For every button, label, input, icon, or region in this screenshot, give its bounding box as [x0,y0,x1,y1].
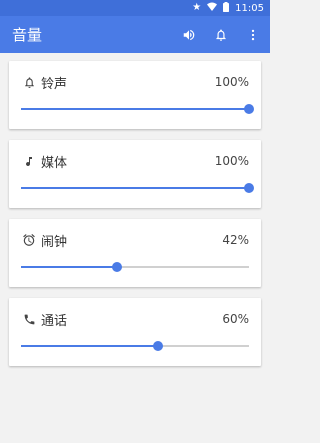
volume-list: 铃声 100% 媒体 100% 闹钟 42% 通话 60% [0,53,270,366]
slider-fill [21,266,117,268]
speaker-button[interactable] [180,26,198,44]
slider-thumb[interactable] [244,183,254,193]
alarm-slider[interactable] [21,257,249,277]
speaker-icon [183,29,195,40]
app-bar: 音量 [0,16,270,53]
volume-label: 通话 [41,313,68,329]
slider-fill [21,187,249,189]
volume-card-alarm: 闹钟 42% [9,219,261,287]
bell-icon [21,74,37,90]
call-slider[interactable] [21,336,249,356]
volume-percent: 42% [222,233,249,247]
volume-percent: 100% [214,154,249,168]
bell-icon [216,28,226,41]
alarm-clock-icon [21,232,37,248]
notification-button[interactable] [212,26,230,44]
volume-card-call: 通话 60% [9,298,261,366]
media-slider[interactable] [21,178,254,198]
more-vert-icon [251,29,255,40]
slider-thumb[interactable] [244,104,254,114]
slider-fill [21,345,158,347]
volume-card-media: 媒体 100% [9,140,261,208]
phone-icon [21,311,37,327]
more-options-button[interactable] [244,26,262,44]
star-icon: ★ [192,2,202,13]
volume-label: 铃声 [41,76,68,92]
volume-percent: 100% [214,75,249,89]
music-note-icon [21,153,37,169]
battery-icon [223,1,230,15]
slider-thumb[interactable] [111,262,122,272]
volume-label: 闹钟 [41,234,68,250]
status-bar: ★ 11:05 [0,0,270,16]
slider-fill [21,108,249,110]
volume-label: 媒体 [41,155,68,171]
ringtone-slider[interactable] [21,99,254,119]
status-time: 11:05 [235,2,264,14]
slider-thumb[interactable] [152,341,163,351]
page-title: 音量 [12,26,43,44]
wifi-icon [207,2,218,14]
volume-percent: 60% [222,312,249,326]
volume-card-ringtone: 铃声 100% [9,61,261,129]
